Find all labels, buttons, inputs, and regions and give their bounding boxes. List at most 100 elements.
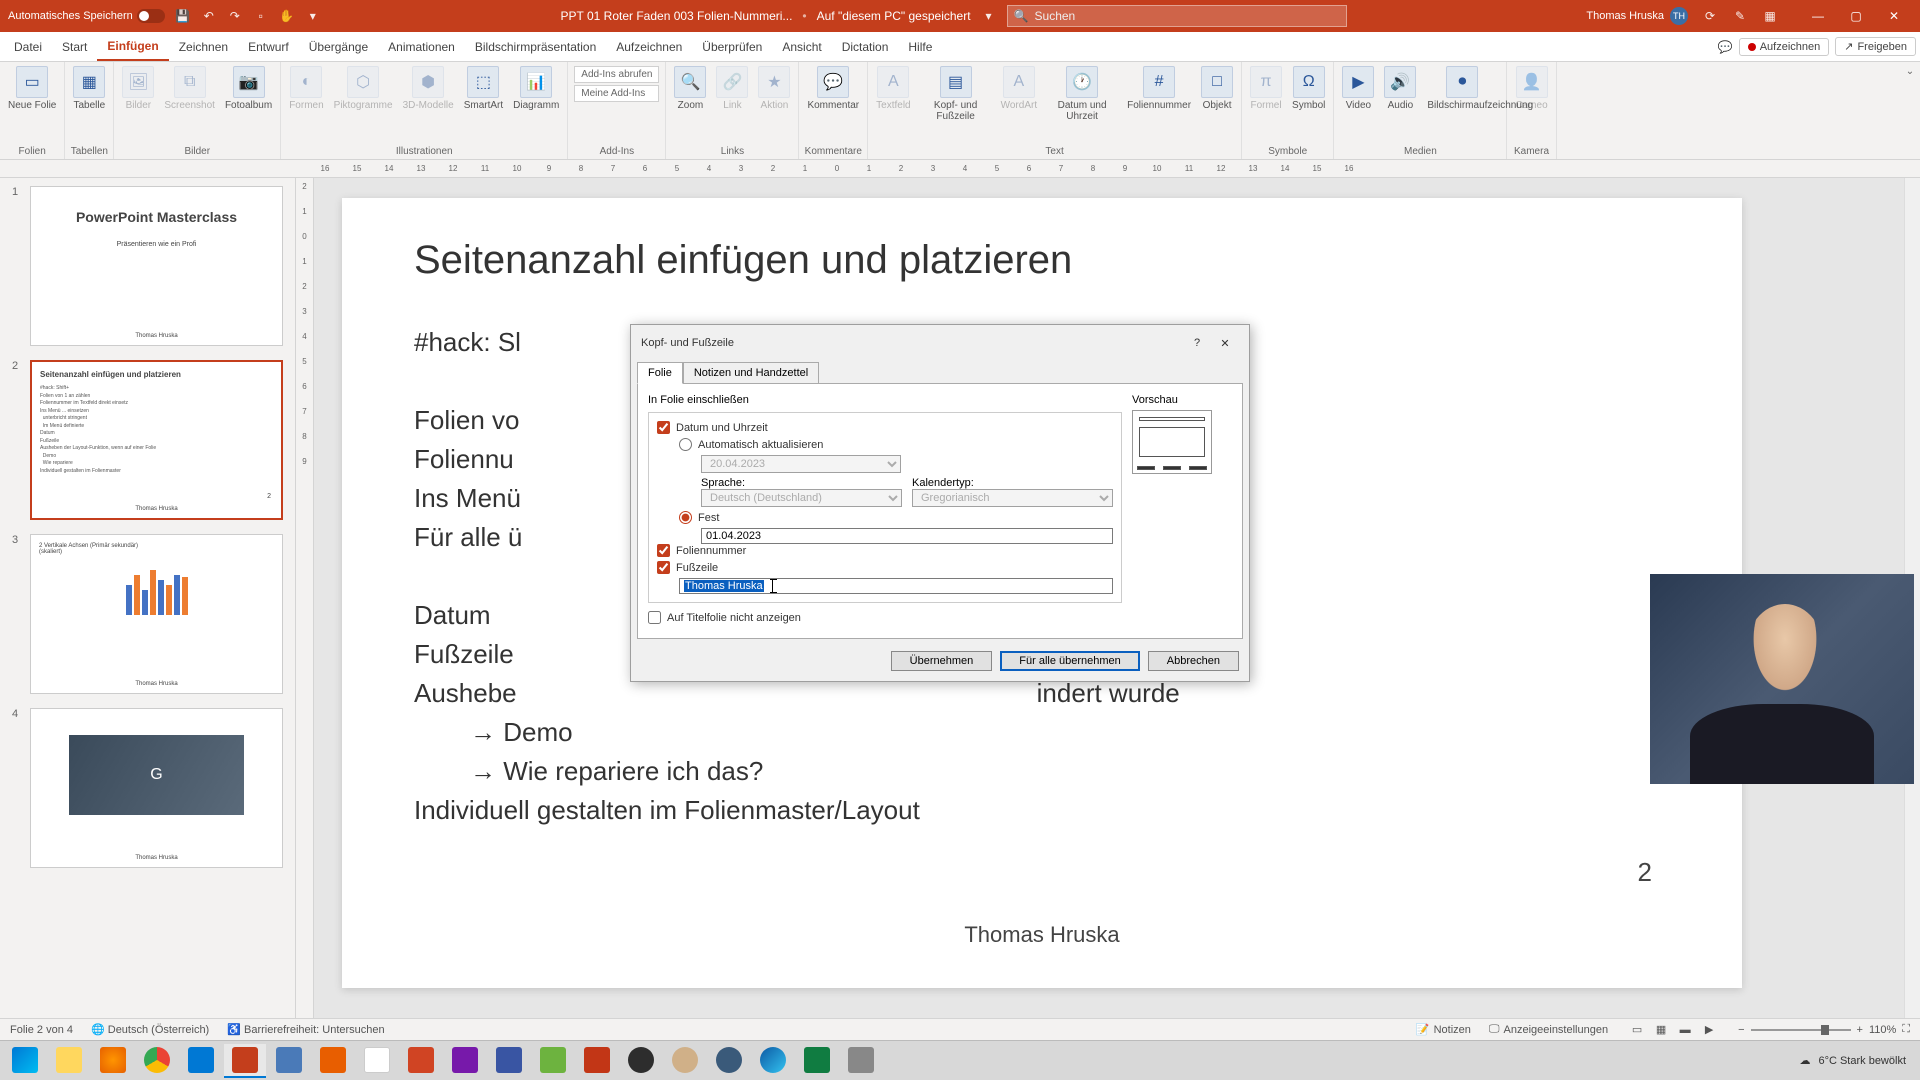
taskbar-explorer[interactable]: [48, 1044, 90, 1078]
cameo-button[interactable]: 👤Cameo: [1511, 64, 1551, 113]
shapes-button[interactable]: ◐Formen: [285, 64, 327, 113]
audio-button[interactable]: 🔊Audio: [1380, 64, 1420, 113]
maximize-button[interactable]: ▢: [1838, 3, 1874, 29]
footer-text-input[interactable]: Thomas Hruska: [679, 578, 1113, 594]
dialog-tab-notizen[interactable]: Notizen und Handzettel: [683, 362, 819, 384]
header-footer-button[interactable]: ▤Kopf- und Fußzeile: [917, 64, 995, 124]
undo-icon[interactable]: ↶: [201, 8, 217, 24]
symbol-button[interactable]: ΩSymbol: [1288, 64, 1329, 113]
close-button[interactable]: ✕: [1876, 3, 1912, 29]
chevron-down-icon[interactable]: ▾: [981, 8, 997, 24]
apply-button[interactable]: Übernehmen: [891, 651, 993, 671]
screenshot-button[interactable]: ⧉Screenshot: [160, 64, 219, 113]
start-button[interactable]: [4, 1044, 46, 1078]
slide-panel[interactable]: 1 PowerPoint Masterclass Präsentieren wi…: [0, 178, 296, 1026]
app-icon[interactable]: ▦: [1762, 8, 1778, 24]
user-account[interactable]: Thomas Hruska TH: [1586, 7, 1688, 25]
taskbar-chrome[interactable]: [136, 1044, 178, 1078]
action-button[interactable]: ★Aktion: [754, 64, 794, 113]
tab-datei[interactable]: Datei: [4, 32, 52, 61]
taskbar-excel[interactable]: [796, 1044, 838, 1078]
taskbar-app-2[interactable]: [356, 1044, 398, 1078]
tab-ansicht[interactable]: Ansicht: [772, 32, 831, 61]
table-button[interactable]: ▦Tabelle: [69, 64, 109, 113]
thumbnail-4[interactable]: 4 G Thomas Hruska: [12, 708, 283, 868]
3d-button[interactable]: ⬢3D-Modelle: [399, 64, 458, 113]
taskbar-outlook[interactable]: [180, 1044, 222, 1078]
taskbar-firefox[interactable]: [92, 1044, 134, 1078]
hide-on-title-checkbox[interactable]: Auf Titelfolie nicht anzeigen: [648, 611, 1122, 624]
taskbar-app-1[interactable]: [268, 1044, 310, 1078]
comments-icon[interactable]: 💬: [1718, 40, 1733, 54]
taskbar-vlc[interactable]: [312, 1044, 354, 1078]
date-checkbox[interactable]: Datum und Uhrzeit: [657, 421, 1113, 434]
footer-checkbox[interactable]: Fußzeile: [657, 561, 1113, 574]
collapse-ribbon-icon[interactable]: ⌄: [1906, 66, 1914, 77]
smartart-button[interactable]: ⬚SmartArt: [460, 64, 507, 113]
normal-view-button[interactable]: ▭: [1626, 1021, 1648, 1039]
sync-icon[interactable]: ⟳: [1702, 8, 1718, 24]
zoom-slider[interactable]: [1751, 1029, 1851, 1031]
tab-einfuegen[interactable]: Einfügen: [97, 32, 168, 61]
comment-button[interactable]: 💬Kommentar: [803, 64, 863, 113]
display-settings-button[interactable]: 🖵 Anzeigeeinstellungen: [1489, 1023, 1608, 1036]
pictures-button[interactable]: 🖼Bilder: [118, 64, 158, 113]
tab-ueberpruefen[interactable]: Überprüfen: [692, 32, 772, 61]
taskbar-obs[interactable]: [620, 1044, 662, 1078]
new-slide-button[interactable]: ▭Neue Folie: [4, 64, 60, 113]
taskbar-app-3[interactable]: [400, 1044, 442, 1078]
my-addins-button[interactable]: Meine Add-Ins: [574, 85, 659, 102]
brush-icon[interactable]: ✎: [1732, 8, 1748, 24]
taskbar-app-6[interactable]: [664, 1044, 706, 1078]
taskbar-onenote[interactable]: [444, 1044, 486, 1078]
minimize-button[interactable]: —: [1800, 3, 1836, 29]
fit-button[interactable]: ⛶: [1902, 1023, 1910, 1036]
record-button[interactable]: Aufzeichnen: [1739, 38, 1830, 56]
get-addins-button[interactable]: Add-Ins abrufen: [574, 66, 659, 83]
cancel-button[interactable]: Abbrechen: [1148, 651, 1239, 671]
textbox-button[interactable]: ATextfeld: [872, 64, 914, 113]
autosave-toggle[interactable]: Automatisches Speichern: [8, 9, 165, 23]
taskbar-powerpoint[interactable]: [224, 1044, 266, 1078]
thumbnail-3[interactable]: 3 2 Vertikale Achsen (Primär sekundär)(s…: [12, 534, 283, 694]
taskbar-edge[interactable]: [752, 1044, 794, 1078]
autosave-switch-icon[interactable]: [137, 9, 165, 23]
link-button[interactable]: 🔗Link: [712, 64, 752, 113]
zoom-out-button[interactable]: −: [1738, 1024, 1744, 1036]
apply-all-button[interactable]: Für alle übernehmen: [1000, 651, 1140, 671]
taskbar-app-8[interactable]: [840, 1044, 882, 1078]
auto-radio[interactable]: Automatisch aktualisieren: [679, 438, 1113, 451]
dialog-tab-folie[interactable]: Folie: [637, 362, 683, 384]
tab-uebergaenge[interactable]: Übergänge: [299, 32, 378, 61]
tab-animationen[interactable]: Animationen: [378, 32, 465, 61]
slidenumber-checkbox[interactable]: Foliennummer: [657, 544, 1113, 557]
zoom-in-button[interactable]: +: [1857, 1024, 1863, 1036]
accessibility-status[interactable]: ♿ Barrierefreiheit: Untersuchen: [227, 1023, 384, 1036]
chart-button[interactable]: 📊Diagramm: [509, 64, 563, 113]
redo-icon[interactable]: ↷: [227, 8, 243, 24]
slideshow-view-button[interactable]: ▶: [1698, 1021, 1720, 1039]
taskbar-app-7[interactable]: [708, 1044, 750, 1078]
video-button[interactable]: ▶Video: [1338, 64, 1378, 113]
reading-view-button[interactable]: ▬: [1674, 1021, 1696, 1039]
tab-start[interactable]: Start: [52, 32, 97, 61]
dropdown-icon[interactable]: ▾: [305, 8, 321, 24]
touch-icon[interactable]: ✋: [279, 8, 295, 24]
object-button[interactable]: □Objekt: [1197, 64, 1237, 113]
slidenumber-button[interactable]: #Foliennummer: [1123, 64, 1195, 113]
notes-button[interactable]: 📝 Notizen: [1416, 1023, 1471, 1036]
dialog-help-button[interactable]: ?: [1183, 331, 1211, 355]
language-status[interactable]: 🌐 Deutsch (Österreich): [91, 1023, 209, 1036]
dialog-close-button[interactable]: ✕: [1211, 331, 1239, 355]
taskbar-weather[interactable]: ☁ 6°C Stark bewölkt: [1789, 1054, 1916, 1067]
datetime-button[interactable]: 🕐Datum und Uhrzeit: [1043, 64, 1121, 124]
icons-button[interactable]: ⬡Piktogramme: [330, 64, 397, 113]
tab-bildschirm[interactable]: Bildschirmpräsentation: [465, 32, 606, 61]
qa-icon[interactable]: ▫: [253, 8, 269, 24]
sorter-view-button[interactable]: ▦: [1650, 1021, 1672, 1039]
search-box[interactable]: 🔍 Suchen: [1007, 5, 1347, 27]
zoom-button[interactable]: 🔍Zoom: [670, 64, 710, 113]
screen-record-button[interactable]: ⏺Bildschirmaufzeichnung: [1422, 64, 1502, 113]
tab-dictation[interactable]: Dictation: [832, 32, 899, 61]
thumbnail-1[interactable]: 1 PowerPoint Masterclass Präsentieren wi…: [12, 186, 283, 346]
